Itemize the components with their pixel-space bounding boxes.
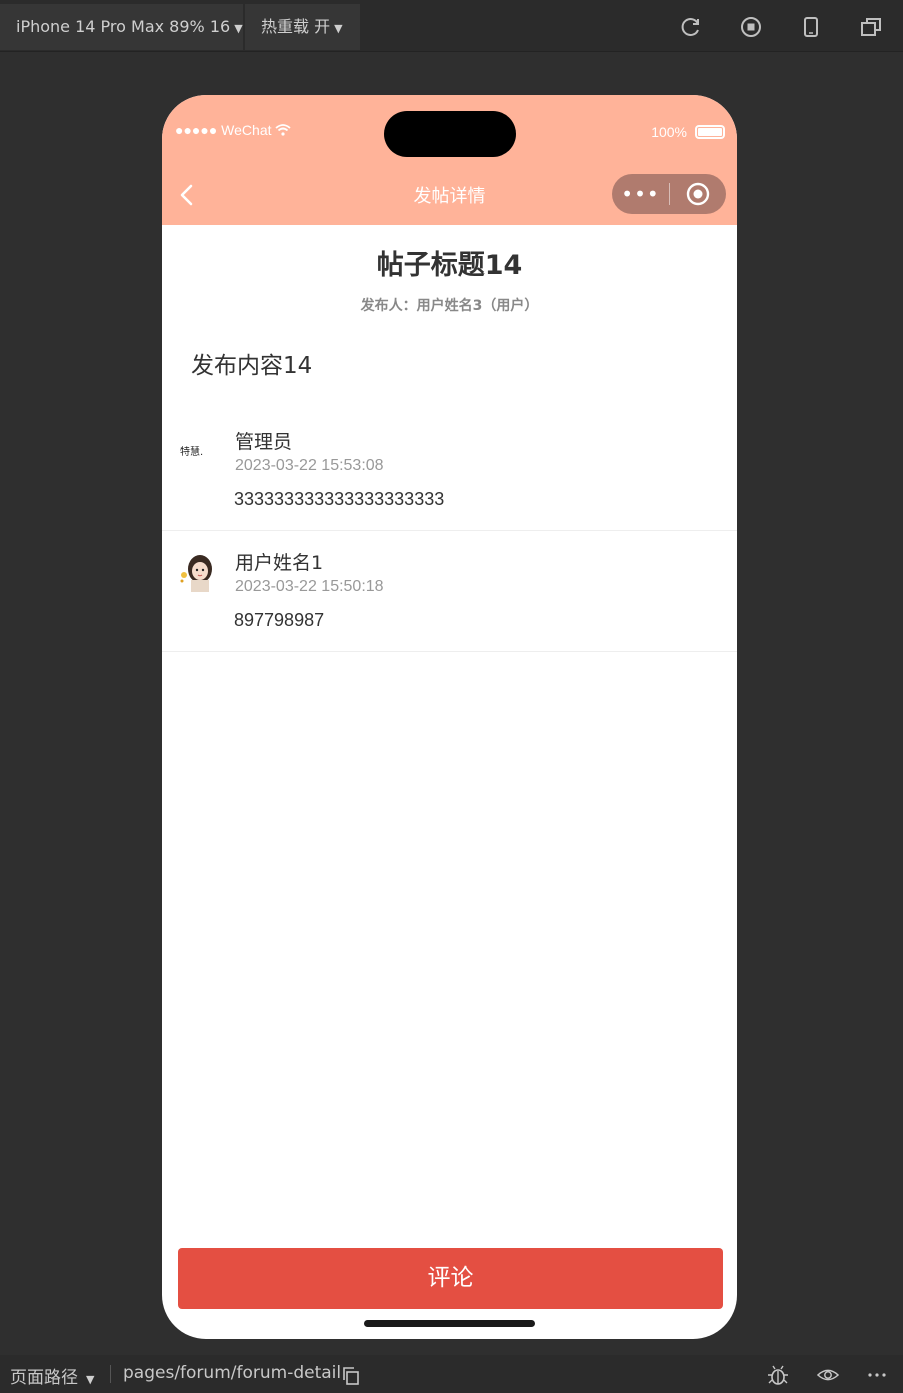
close-target-icon[interactable]	[670, 182, 726, 206]
comment-button[interactable]: 评论	[178, 1248, 723, 1309]
simulator-toolbar: iPhone 14 Pro Max 89% 16 ▼ 热重载 开 ▼	[0, 0, 903, 52]
phone-icon[interactable]	[800, 16, 822, 38]
comment-time: 2023-03-22 15:53:08	[235, 457, 384, 474]
chevron-down-icon: ▼	[86, 1373, 95, 1386]
comment-time: 2023-03-22 15:50:18	[235, 578, 384, 595]
battery-percent: 100%	[651, 124, 687, 140]
comment-author: 用户姓名1	[235, 552, 324, 574]
more-icon[interactable]	[866, 1364, 888, 1386]
divider	[110, 1365, 111, 1383]
comment-text: 897798987	[234, 610, 325, 630]
post-content: 发布内容14	[191, 353, 313, 379]
chevron-down-icon: ▼	[234, 22, 243, 35]
battery-status: 100%	[651, 124, 725, 140]
battery-icon	[695, 125, 725, 139]
mini-program-capsule: •••	[612, 174, 726, 214]
bug-icon[interactable]	[767, 1364, 789, 1386]
hot-reload-label: 热重载 开	[261, 17, 331, 36]
stop-icon[interactable]	[740, 16, 762, 38]
detach-window-icon[interactable]	[860, 16, 882, 38]
home-indicator	[364, 1320, 535, 1327]
refresh-icon[interactable]	[680, 16, 702, 38]
copy-icon[interactable]	[341, 1366, 361, 1386]
comment-text: 333333333333333333333	[234, 489, 445, 509]
carrier-label: ●●●●● WeChat	[175, 122, 291, 138]
page-path: pages/forum/forum-detail	[123, 1363, 342, 1383]
carrier-text: ●●●●● WeChat	[175, 122, 272, 138]
status-bar: ●●●●● WeChat 100%	[162, 95, 737, 165]
status-footer: 页面路径 ▼ pages/forum/forum-detail	[0, 1355, 903, 1393]
nav-bar: 发帖详情 •••	[162, 165, 737, 225]
comment-author: 管理员	[235, 431, 293, 453]
page-path-label: 页面路径	[10, 1368, 78, 1388]
avatar	[176, 549, 220, 593]
avatar-text: 特慧.	[180, 445, 203, 458]
chevron-down-icon: ▼	[334, 22, 343, 35]
wifi-icon	[275, 124, 291, 136]
eye-icon[interactable]	[817, 1364, 839, 1386]
page-path-selector[interactable]: 页面路径 ▼	[10, 1363, 94, 1388]
more-icon[interactable]: •••	[612, 174, 669, 214]
comment-item: 用户姓名1 2023-03-22 15:50:18 897798987	[162, 531, 737, 652]
device-label: iPhone 14 Pro Max 89% 16	[16, 17, 231, 36]
avatar: 特慧.	[176, 428, 220, 472]
post-title: 帖子标题14	[376, 250, 523, 281]
comment-item: 特慧. 管理员 2023-03-22 15:53:08 333333333333…	[162, 410, 737, 531]
post-author: 发布人：用户姓名3（用户）	[360, 298, 539, 314]
device-selector[interactable]: iPhone 14 Pro Max 89% 16 ▼	[0, 4, 243, 50]
dynamic-island	[384, 111, 516, 157]
hot-reload-toggle[interactable]: 热重载 开 ▼	[245, 4, 360, 50]
phone-screen: ●●●●● WeChat 100% 发帖详情 ••• 帖子标题14 发布人：用户…	[162, 95, 737, 1339]
